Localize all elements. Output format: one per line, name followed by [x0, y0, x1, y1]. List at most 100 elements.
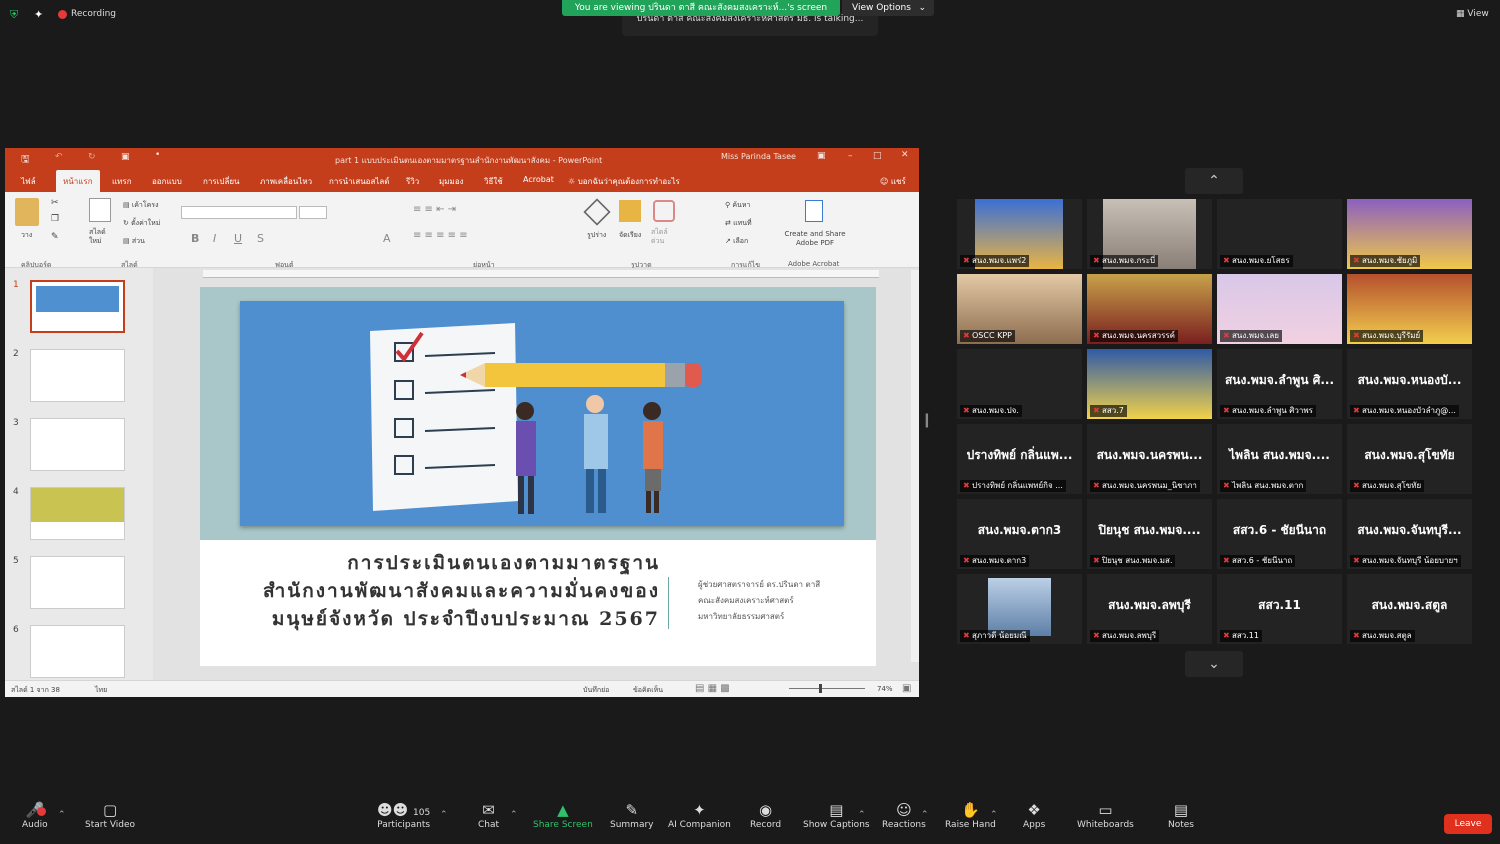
shapes-icon[interactable]: [583, 198, 611, 226]
participant-tile[interactable]: ✖ สนง.พมจ.นครสวรรค์: [1087, 274, 1212, 344]
strike-icon[interactable]: S: [257, 232, 264, 245]
participant-tile[interactable]: ✖ สนง.พมจ.ชัยภูมิ: [1347, 199, 1472, 269]
gallery-prev-arrow[interactable]: ⌃: [1185, 168, 1243, 194]
paste-icon[interactable]: [15, 198, 39, 226]
slide-thumbnail-2[interactable]: [30, 349, 125, 402]
leave-button[interactable]: Leave: [1444, 814, 1492, 834]
bullets-icon[interactable]: ≡ ≡ ⇤ ⇥: [413, 204, 456, 215]
participant-tile[interactable]: ✖ สนง.พมจ.บุรีรัมย์: [1347, 274, 1472, 344]
ai-sparkle-icon[interactable]: ✦: [34, 8, 43, 22]
paste-label[interactable]: วาง: [21, 230, 32, 241]
language-indicator[interactable]: ไทย: [95, 685, 107, 696]
chat-caret-icon[interactable]: ⌃: [510, 810, 518, 820]
participant-tile[interactable]: ✖ สุภาวดี น้อยมณี: [957, 574, 1082, 644]
font-size-input[interactable]: [299, 206, 327, 219]
share-button[interactable]: ☺ แชร์: [880, 175, 906, 188]
reactions-button[interactable]: ☺ Reactions: [882, 800, 926, 830]
close-icon[interactable]: ✕: [901, 150, 909, 160]
slide-thumbnail-3[interactable]: [30, 418, 125, 471]
redo-icon[interactable]: ↻: [88, 152, 96, 162]
share-screen-button[interactable]: ▲ Share Screen: [533, 800, 593, 830]
new-slide-label[interactable]: สไลด์ใหม่: [89, 228, 115, 246]
participant-tile[interactable]: ✖ สสว.7: [1087, 349, 1212, 419]
audio-caret-icon[interactable]: ⌃: [58, 810, 66, 820]
copy-icon[interactable]: ❐: [51, 214, 59, 224]
minimize-icon[interactable]: –: [848, 151, 853, 161]
view-options-button[interactable]: View Options ⌄: [842, 0, 934, 16]
participant-tile[interactable]: ไพลิน สนง.พมจ.... ✖ ไพลิน สนง.พมจ.ตาก: [1217, 424, 1342, 494]
fit-slide-icon[interactable]: ▣: [902, 683, 911, 694]
current-slide[interactable]: การประเมินตนเองตามมาตรฐาน สำนักงานพัฒนาส…: [200, 287, 876, 666]
select-button[interactable]: ↗ เลือก: [725, 236, 748, 247]
participant-tile[interactable]: ปิยนุช สนง.พมจ.... ✖ ปิยนุช สนง.พมจ.มส.: [1087, 499, 1212, 569]
font-name-input[interactable]: [181, 206, 297, 219]
participant-tile[interactable]: ✖ สนง.พมจ.แพร่2: [957, 199, 1082, 269]
layout-button[interactable]: ▤ เค้าโครง: [123, 200, 159, 211]
menu-review[interactable]: รีวิว: [406, 175, 419, 188]
participant-tile[interactable]: ✖ OSCC KPP: [957, 274, 1082, 344]
maximize-icon[interactable]: □: [873, 151, 882, 161]
gallery-next-arrow[interactable]: ⌄: [1185, 651, 1243, 677]
bold-icon[interactable]: B: [191, 232, 199, 245]
ribbon-options-icon[interactable]: ▣: [817, 151, 826, 161]
security-shield-icon[interactable]: ⛨: [10, 8, 18, 22]
participant-tile[interactable]: สสว.11 ✖ สสว.11: [1217, 574, 1342, 644]
slide-thumbnail-6[interactable]: [30, 625, 125, 678]
participant-tile[interactable]: ✖ สนง.พมจ.เลย: [1217, 274, 1342, 344]
ai-companion-button[interactable]: ✦ AI Companion: [668, 800, 731, 830]
participants-caret-icon[interactable]: ⌃: [440, 810, 448, 820]
view-button[interactable]: ▦ View: [1456, 9, 1489, 19]
cut-icon[interactable]: ✂: [51, 198, 59, 208]
menu-design[interactable]: ออกแบบ: [152, 175, 182, 188]
raise-caret-icon[interactable]: ⌃: [990, 810, 998, 820]
participant-tile[interactable]: สนง.พมจ.สตูล ✖ สนง.พมจ.สตูล: [1347, 574, 1472, 644]
save-icon[interactable]: 🖫: [21, 152, 30, 169]
font-color-icon[interactable]: A: [383, 232, 391, 245]
chat-button[interactable]: ✉ Chat: [478, 800, 499, 830]
reactions-caret-icon[interactable]: ⌃: [921, 810, 929, 820]
underline-icon[interactable]: U: [234, 232, 242, 245]
participant-tile[interactable]: สนง.พมจ.ลำพูน ศิ... ✖ สนง.พมจ.ลำพูน ศิวาพร: [1217, 349, 1342, 419]
italic-icon[interactable]: I: [213, 232, 216, 245]
create-share-pdf-button[interactable]: Create and Share Adobe PDF: [780, 230, 850, 248]
comments-button[interactable]: ข้อคิดเห็น: [633, 685, 663, 696]
participant-tile[interactable]: สนง.พมจ.ตาก3 ✖ สนง.พมจ.ตาก3: [957, 499, 1082, 569]
menu-file[interactable]: ไฟล์: [21, 175, 36, 188]
vertical-scrollbar[interactable]: [911, 270, 919, 662]
menu-help[interactable]: วิธีใช้: [484, 175, 503, 188]
divider-handle[interactable]: ❙: [921, 412, 933, 428]
participant-tile[interactable]: สนง.พมจ.ลพบุรี ✖ สนง.พมจ.ลพบุรี: [1087, 574, 1212, 644]
quick-styles-icon[interactable]: [653, 200, 675, 222]
recording-indicator[interactable]: Recording: [58, 9, 116, 19]
view-normal-icon[interactable]: ▤ ▦ ▩: [695, 683, 730, 694]
tell-me-search[interactable]: ☼ บอกฉันว่าคุณต้องการทำอะไร: [568, 175, 680, 188]
slide-thumbnail-5[interactable]: [30, 556, 125, 609]
apps-button[interactable]: ❖ Apps: [1023, 800, 1045, 830]
menu-view[interactable]: มุมมอง: [439, 175, 464, 188]
replace-button[interactable]: ⇄ แทนที่: [725, 218, 752, 229]
zoom-slider[interactable]: [789, 684, 865, 693]
customize-icon[interactable]: •: [155, 150, 160, 160]
section-button[interactable]: ▤ ส่วน: [123, 236, 145, 247]
menu-animations[interactable]: ภาพเคลื่อนไหว: [260, 175, 312, 188]
format-painter-icon[interactable]: ✎: [51, 232, 59, 242]
arrange-label[interactable]: จัดเรียง: [619, 230, 641, 241]
notes-button[interactable]: ▤ Notes: [1168, 800, 1194, 830]
participant-tile[interactable]: สนง.พมจ.นครพน... ✖ สนง.พมจ.นครพนม_นิชาภา: [1087, 424, 1212, 494]
whiteboards-button[interactable]: ▭ Whiteboards: [1077, 800, 1134, 830]
present-icon[interactable]: ▣: [121, 152, 130, 162]
align-icon[interactable]: ≡ ≡ ≡ ≡ ≡: [413, 230, 468, 241]
zoom-handle[interactable]: [819, 684, 822, 693]
participant-tile[interactable]: สนง.พมจ.จันทบุรี... ✖ สนง.พมจ.จันทบุรี น้อ…: [1347, 499, 1472, 569]
shapes-label[interactable]: รูปร่าง: [587, 230, 606, 241]
slide-thumbnail-4[interactable]: [30, 487, 125, 540]
participant-tile[interactable]: ✖ สนง.พมจ.ยโสธร: [1217, 199, 1342, 269]
participant-tile[interactable]: สนง.พมจ.สุโขทัย ✖ สนง.พมจ.สุโขทัย: [1347, 424, 1472, 494]
record-button[interactable]: ◉ Record: [750, 800, 781, 830]
participant-tile[interactable]: ปรางทิพย์ กลิ่นแพ... ✖ ปรางทิพย์ กลิ่นแพทย…: [957, 424, 1082, 494]
menu-slideshow[interactable]: การนำเสนอสไลด์: [329, 175, 390, 188]
zoom-level[interactable]: 74%: [877, 685, 893, 693]
pdf-icon[interactable]: [805, 200, 823, 222]
arrange-icon[interactable]: [619, 200, 641, 222]
reset-button[interactable]: ↻ ตั้งค่าใหม่: [123, 218, 160, 229]
